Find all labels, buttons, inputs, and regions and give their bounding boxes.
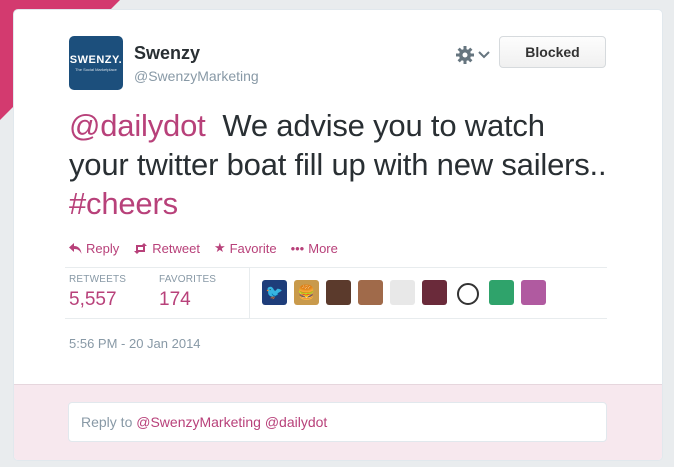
gear-dropdown[interactable] bbox=[455, 43, 493, 67]
favoriter-avatar[interactable] bbox=[326, 280, 351, 305]
more-label: More bbox=[308, 240, 338, 256]
chevron-down-icon bbox=[478, 51, 490, 59]
favorites-label: FAVORITES bbox=[159, 274, 217, 285]
favoriter-avatar[interactable] bbox=[358, 280, 383, 305]
more-dots-icon: ••• bbox=[290, 240, 305, 256]
gear-icon bbox=[456, 46, 474, 64]
reply-prefix: Reply to bbox=[81, 414, 133, 430]
tweet-actions: Reply Retweet ★ Favorite ••• More bbox=[69, 240, 352, 256]
favoriter-avatar[interactable] bbox=[422, 280, 447, 305]
reply-mention: @SwenzyMarketing bbox=[136, 414, 261, 430]
reply-area: Reply to @SwenzyMarketing @dailydot bbox=[14, 384, 662, 460]
divider bbox=[65, 267, 607, 268]
favoriter-avatar[interactable] bbox=[489, 280, 514, 305]
divider bbox=[65, 318, 607, 319]
tweet-card: SWENZY. The Social Marketplace Swenzy @S… bbox=[13, 9, 663, 461]
blocked-button[interactable]: Blocked bbox=[499, 36, 606, 68]
favoriter-avatar[interactable] bbox=[457, 283, 479, 305]
favoriter-avatar[interactable] bbox=[390, 280, 415, 305]
favoriter-avatars: 🐦 🍔 bbox=[262, 280, 553, 305]
favoriter-avatar[interactable] bbox=[521, 280, 546, 305]
favoriter-avatar[interactable]: 🍔 bbox=[294, 280, 319, 305]
divider bbox=[249, 268, 250, 318]
retweet-icon bbox=[134, 242, 148, 254]
avatar[interactable]: SWENZY. The Social Marketplace bbox=[69, 36, 123, 90]
reply-icon bbox=[69, 242, 82, 254]
tweet-text: @dailydot We advise you to watch your tw… bbox=[69, 106, 609, 223]
tweet-mention[interactable]: @dailydot bbox=[69, 108, 206, 143]
reply-input[interactable]: Reply to @SwenzyMarketing @dailydot bbox=[68, 402, 607, 442]
retweet-action[interactable]: Retweet bbox=[133, 241, 200, 256]
retweets-count: 5,557 bbox=[69, 289, 117, 310]
more-action[interactable]: ••• More bbox=[291, 241, 338, 256]
favorite-label: Favorite bbox=[229, 240, 277, 256]
avatar-tagline: The Social Marketplace bbox=[75, 67, 117, 72]
favorites-stat[interactable]: FAVORITES 174 bbox=[159, 274, 216, 311]
retweets-stat[interactable]: RETWEETS 5,557 bbox=[69, 274, 126, 311]
reply-action[interactable]: Reply bbox=[69, 241, 119, 256]
favoriter-avatar[interactable]: 🐦 bbox=[262, 280, 287, 305]
tweet-hashtag[interactable]: #cheers bbox=[69, 186, 178, 221]
profile-name[interactable]: Swenzy bbox=[134, 43, 200, 64]
favorites-count: 174 bbox=[159, 289, 191, 310]
avatar-brand: SWENZY. bbox=[69, 54, 123, 66]
tweet-timestamp[interactable]: 5:56 PM - 20 Jan 2014 bbox=[69, 336, 201, 351]
star-icon: ★ bbox=[213, 240, 226, 255]
retweets-label: RETWEETS bbox=[69, 274, 127, 285]
reply-label: Reply bbox=[86, 240, 120, 256]
reply-mention: @dailydot bbox=[264, 414, 328, 430]
favorite-action[interactable]: ★ Favorite bbox=[214, 240, 277, 256]
profile-handle[interactable]: @SwenzyMarketing bbox=[134, 68, 259, 84]
retweet-label: Retweet bbox=[152, 240, 200, 256]
